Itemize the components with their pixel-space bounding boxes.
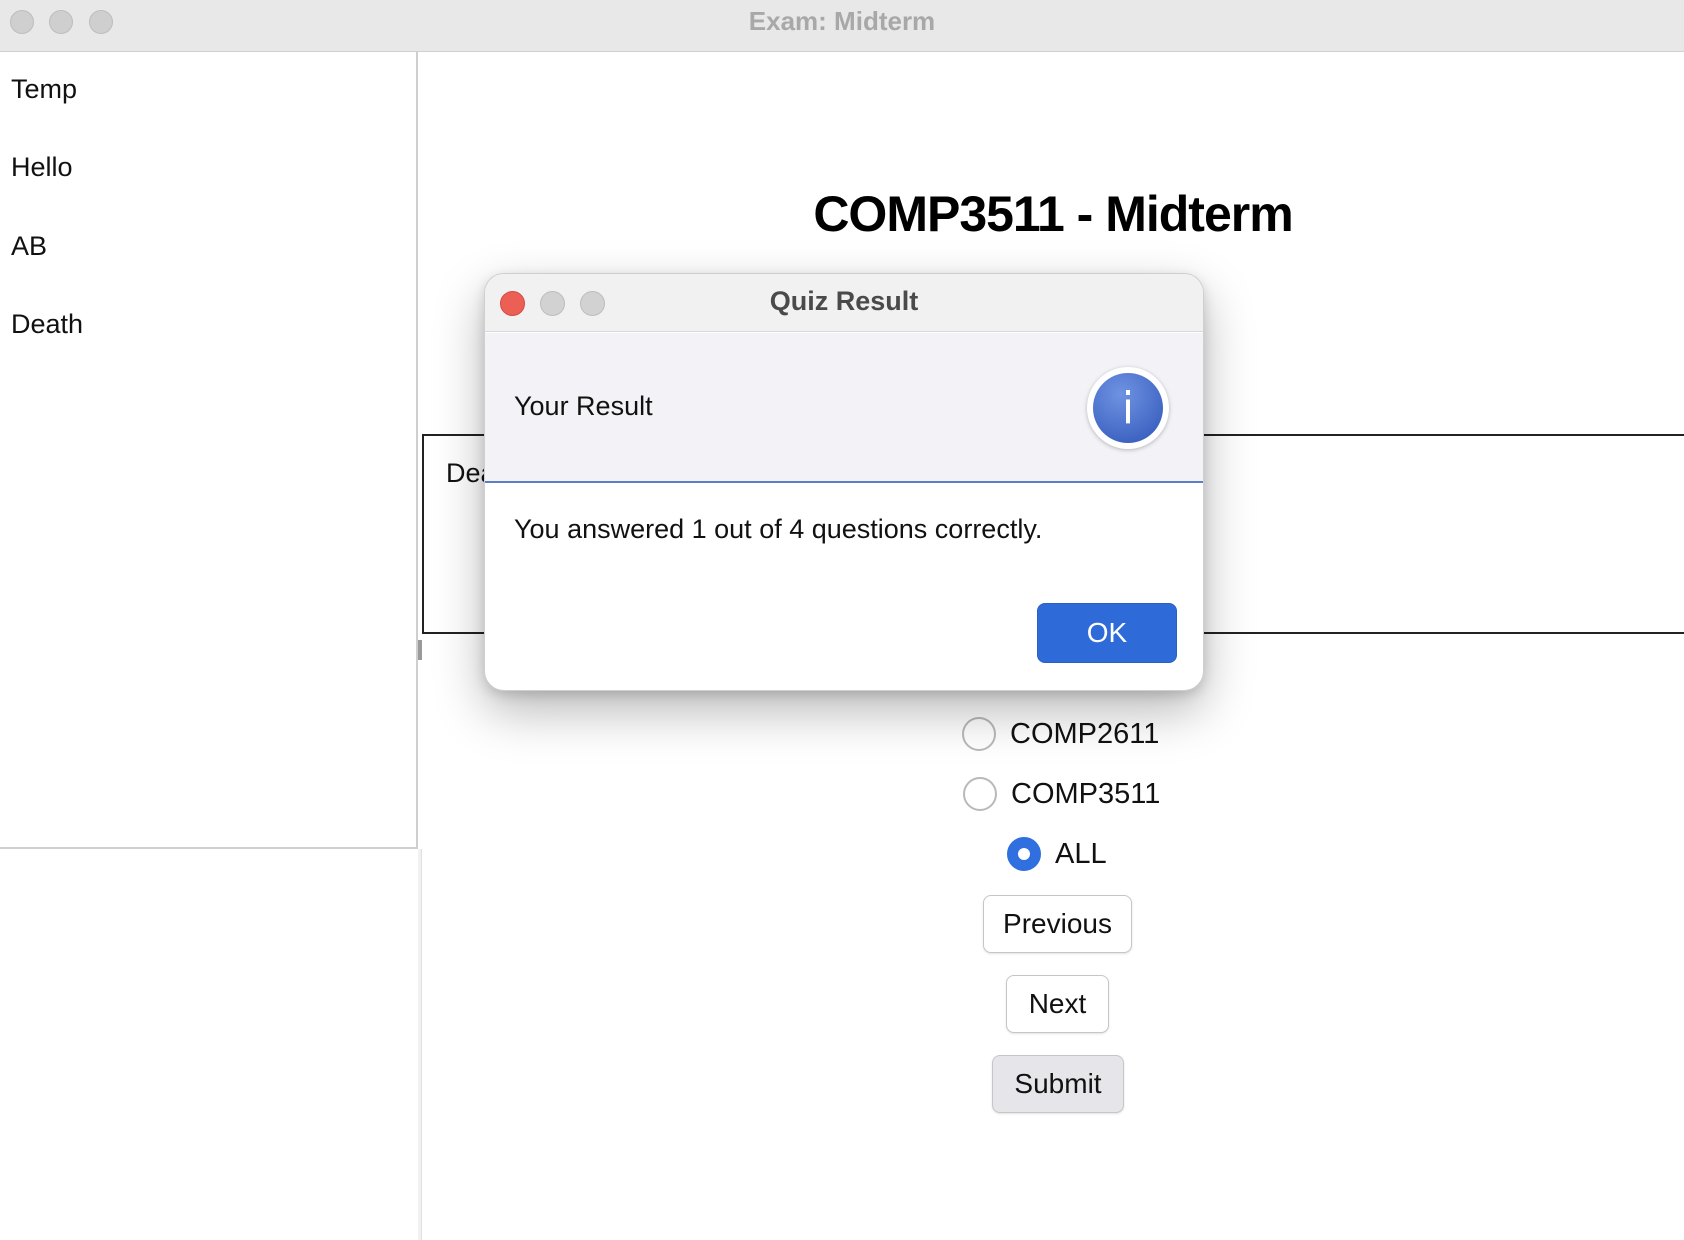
dialog-title: Quiz Result	[769, 286, 919, 316]
radio-button[interactable]	[962, 717, 996, 751]
info-icon: i	[1087, 367, 1169, 449]
option-label: COMP3511	[1011, 777, 1161, 810]
option-label: COMP2611	[1010, 717, 1160, 750]
dialog-header: Your Result i	[485, 333, 1203, 483]
option-all[interactable]: ALL	[1007, 837, 1107, 871]
exam-window: Exam: Midterm Temp Hello AB Death COMP35…	[0, 0, 1684, 1240]
option-label: ALL	[1055, 837, 1107, 870]
quiz-result-dialog: Quiz Result Your Result i You answered 1…	[484, 273, 1204, 691]
question-list: Temp Hello AB Death	[0, 52, 418, 849]
exam-title: COMP3511 - Midterm	[813, 186, 1293, 242]
split-divider[interactable]	[418, 849, 422, 1240]
list-item-ab[interactable]: AB	[11, 231, 47, 262]
next-button[interactable]: Next	[1006, 975, 1109, 1033]
option-comp2611[interactable]: COMP2611	[962, 717, 1159, 751]
dialog-message: You answered 1 out of 4 questions correc…	[514, 514, 1043, 544]
window-title: Exam: Midterm	[748, 6, 936, 36]
info-icon-glyph: i	[1093, 373, 1163, 443]
dialog-header-text: Your Result	[514, 391, 653, 421]
list-item-death[interactable]: Death	[11, 309, 83, 340]
submit-button[interactable]: Submit	[992, 1055, 1124, 1113]
dialog-titlebar: Quiz Result	[485, 274, 1203, 332]
option-comp3511[interactable]: COMP3511	[963, 777, 1160, 811]
previous-button[interactable]: Previous	[983, 895, 1132, 953]
radio-button[interactable]	[963, 777, 997, 811]
split-handle[interactable]	[418, 640, 422, 660]
list-item-temp[interactable]: Temp	[11, 74, 77, 105]
radio-button-selected[interactable]	[1007, 837, 1041, 871]
list-item-hello[interactable]: Hello	[11, 152, 73, 183]
ok-button[interactable]: OK	[1037, 603, 1177, 663]
window-titlebar: Exam: Midterm	[0, 0, 1684, 52]
